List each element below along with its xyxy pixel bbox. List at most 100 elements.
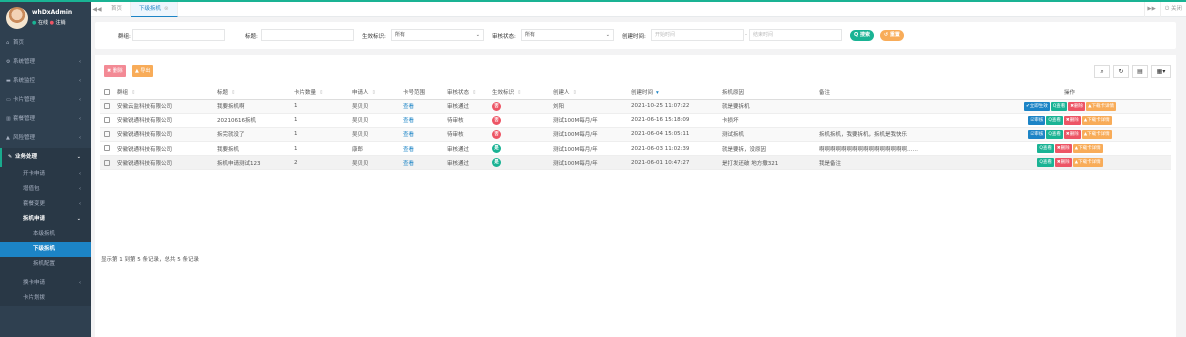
close-circle-icon[interactable]: ⊗ — [164, 6, 169, 12]
column-header-audit-status[interactable]: 审核状态 ⇕ — [443, 85, 488, 100]
search-toggle-icon[interactable]: ⌕ — [1094, 65, 1110, 78]
sidebar-nav: ⌂ 首页 ⚙ 系统管理 ‹ ▬ 系统监控 ‹ ▭ 卡片管理 ‹ ▥ 套餐管理 ‹ ▲ 风险管理 ‹ ✎… — [0, 34, 91, 167]
row-action-button[interactable]: ✖删除 — [1054, 158, 1072, 168]
cell-card-range-link[interactable]: 查看 — [399, 113, 443, 128]
table-row[interactable]: 安徽锐通科技有限公司 20210616拆机 1 吴贝贝 查看 待审核否 测试100M每月/年… — [100, 113, 1171, 128]
column-header-applicant[interactable]: 申请人 ⇕ — [348, 85, 399, 100]
submenu-item-own-disassembly[interactable]: 本级拆机 — [0, 227, 91, 242]
logout-link[interactable]: 注销 — [56, 20, 66, 26]
row-action-button[interactable]: ▲下载卡详情 — [1086, 101, 1117, 111]
row-action-button[interactable]: Q查看 — [1046, 115, 1063, 125]
sidebar-item-label: 系统管理 — [13, 59, 36, 65]
reset-button[interactable]: ↺ 重置 — [880, 30, 904, 41]
sidebar-item-cards[interactable]: ▭ 卡片管理 ‹ — [0, 91, 91, 110]
column-header-created-time[interactable]: 创建时间 ▾ — [627, 85, 718, 100]
search-button[interactable]: Q 搜索 — [850, 30, 874, 41]
cell-card-range-link[interactable]: 查看 — [399, 141, 443, 157]
audit-select[interactable]: 所有 ⌄ — [521, 29, 614, 41]
row-action-button[interactable]: ✔立即生效 — [1023, 101, 1050, 111]
table-row[interactable]: 安徽锐通科技有限公司 拆完就没了 1 吴贝贝 查看 待审核否 测试100M每月/年 2021-… — [100, 127, 1171, 143]
effective-badge: 否 — [492, 129, 501, 139]
columns-icon[interactable]: ▤ — [1132, 65, 1148, 78]
cell-card-range-link[interactable]: 查看 — [399, 127, 443, 143]
column-header-group[interactable]: 群组 ⇕ — [113, 85, 213, 100]
submenu-item-card-swap[interactable]: 换卡申请 ‹ — [0, 276, 91, 291]
logout-icon[interactable]: ● — [50, 20, 54, 26]
row-action-button[interactable]: ▲下载卡详情 — [1081, 129, 1112, 139]
row-action-button[interactable]: Q查看 — [1037, 158, 1054, 168]
submenu-item-disassembly[interactable]: 拆机申请 ⌄ — [0, 212, 91, 227]
cell-effective: 是 — [488, 155, 549, 171]
grid-view-dropdown-icon[interactable]: ▦▾ — [1151, 65, 1171, 78]
sidebar-item-monitor[interactable]: ▬ 系统监控 ‹ — [0, 72, 91, 91]
row-checkbox[interactable] — [100, 127, 113, 143]
end-time-input[interactable]: 结束时间 — [749, 29, 842, 41]
sidebar-item-system[interactable]: ⚙ 系统管理 ‹ — [0, 53, 91, 72]
column-header-creator[interactable]: 创建人 ⇕ — [549, 85, 627, 100]
cell-actions: ☑审核 Q查看 ✖删除 ▲下载卡详情 — [964, 113, 1171, 128]
tab-sub-disassembly[interactable]: 下级拆机 ⊗ — [131, 2, 178, 17]
submenu-item-open-card[interactable]: 开卡申请 ‹ — [0, 167, 91, 182]
cell-reason: 测试拆机 — [718, 127, 815, 143]
export-button[interactable]: ▲ 导出 — [132, 65, 154, 77]
sidebar-item-business[interactable]: ✎ 业务处理 ⌄ — [0, 148, 91, 167]
close-tab-button[interactable]: ⏻ 关闭 — [1159, 2, 1186, 17]
cell-creator: 测试100M每月/年 — [549, 141, 627, 157]
avatar[interactable] — [6, 7, 28, 29]
cell-card-range-link[interactable]: 查看 — [399, 155, 443, 171]
submenu-item-package-change[interactable]: 套餐变更 ‹ — [0, 197, 91, 212]
submenu-item-sub-disassembly[interactable]: 下级拆机 — [0, 242, 91, 257]
row-action-button[interactable]: ✖删除 — [1054, 144, 1072, 154]
row-action-button[interactable]: ☑审核 — [1028, 115, 1046, 125]
sidebar-item-packages[interactable]: ▥ 套餐管理 ‹ — [0, 110, 91, 129]
column-header-title[interactable]: 标题 ⇕ — [213, 85, 290, 100]
tab-next-button[interactable]: ▶▶ — [1144, 2, 1158, 17]
pagination-info: 显示第 1 到第 5 条记录，总共 5 条记录 — [101, 257, 199, 263]
row-action-button[interactable]: Q查看 — [1050, 101, 1068, 111]
cell-card-count: 1 — [290, 127, 348, 143]
submenu-item-disassembly-config[interactable]: 拆机配置 — [0, 257, 91, 272]
row-action-button[interactable]: ▲下载卡详情 — [1072, 144, 1103, 154]
row-checkbox[interactable] — [100, 99, 113, 114]
row-checkbox[interactable] — [100, 113, 113, 128]
row-action-button[interactable]: ✖删除 — [1063, 115, 1081, 125]
start-time-input[interactable]: 开始时间 — [651, 29, 744, 41]
column-header-effective[interactable]: 生效标识 ⇕ — [488, 85, 549, 100]
sidebar-item-home[interactable]: ⌂ 首页 — [0, 34, 91, 53]
table-row[interactable]: 安徽锐通科技有限公司 拆机申请测试123 2 吴贝贝 查看 审核通过是 测试100M每月/年… — [100, 155, 1171, 171]
cell-card-range-link[interactable]: 查看 — [399, 99, 443, 114]
cell-audit-status: 待审核 — [443, 113, 488, 128]
row-action-button[interactable]: ▲下载卡详情 — [1072, 158, 1103, 168]
cell-group: 安徽云监科技有限公司 — [113, 99, 213, 114]
row-action-button[interactable]: Q查看 — [1046, 129, 1063, 139]
tab-prev-button[interactable]: ◀◀ — [91, 2, 103, 17]
group-label: 群组: — [118, 34, 131, 40]
effective-select[interactable]: 所有 ⌄ — [391, 29, 484, 41]
row-action-button[interactable]: ✖删除 — [1068, 101, 1086, 111]
row-action-button[interactable]: ▲下载卡详情 — [1081, 115, 1112, 125]
row-checkbox[interactable] — [100, 141, 113, 157]
refresh-icon[interactable]: ↻ — [1113, 65, 1129, 78]
submenu-item-card-transfer[interactable]: 卡片划拨 — [0, 291, 91, 306]
sidebar-item-risk[interactable]: ▲ 风险管理 ‹ — [0, 129, 91, 148]
table-row[interactable]: 安徽云监科技有限公司 我要拆机啊 1 吴贝贝 查看 审核通过否 刘阳 2021-10-25 1… — [100, 99, 1171, 114]
select-all-checkbox[interactable] — [100, 85, 113, 100]
effective-label: 生效标识: — [362, 34, 386, 40]
group-input[interactable] — [132, 29, 225, 41]
title-input[interactable] — [261, 29, 354, 41]
chevron-left-icon: ‹ — [79, 201, 81, 207]
row-action-button[interactable]: ☑审核 — [1028, 129, 1046, 139]
gear-icon: ⚙ — [6, 59, 11, 65]
cell-created-time: 2021-10-25 11:07:22 — [627, 99, 718, 114]
column-header-card-count[interactable]: 卡片数量 ⇕ — [290, 85, 348, 100]
main-panel: ✖ 删除 ▲ 导出 ⌕ ↻ ▤ ▦▾ 群组 ⇕ 标题 ⇕ 卡片数量 ⇕ 申请人 ⇕ 卡号… — [95, 55, 1176, 337]
submenu-item-addon[interactable]: 增值包 ‹ — [0, 182, 91, 197]
row-action-button[interactable]: Q查看 — [1037, 144, 1054, 154]
cell-reason: 卡损坏 — [718, 113, 815, 128]
sidebar-item-label: 风险管理 — [13, 135, 36, 141]
table-row[interactable]: 安徽锐通科技有限公司 我要拆机 1 康郎 查看 审核通过是 测试100M每月/年 2021-0… — [100, 141, 1171, 157]
row-checkbox[interactable] — [100, 155, 113, 171]
tab-home[interactable]: 首页 — [103, 2, 132, 17]
delete-button[interactable]: ✖ 删除 — [104, 65, 126, 77]
row-action-button[interactable]: ✖删除 — [1063, 129, 1081, 139]
